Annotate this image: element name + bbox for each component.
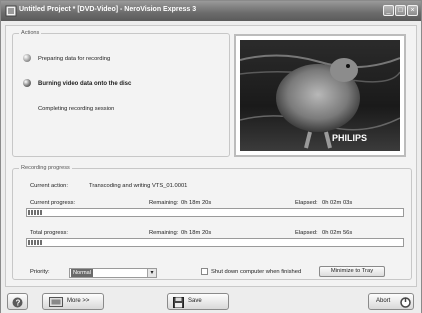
shutdown-checkbox[interactable] (201, 268, 208, 275)
nerovision-window: Untitled Project * [DVD-Video] - NeroVis… (0, 0, 422, 313)
total-progress-label: Total progress: (30, 230, 69, 236)
action-burning: Burning video data onto the disc (38, 81, 132, 87)
title-bar[interactable]: Untitled Project * [DVD-Video] - NeroVis… (1, 1, 421, 21)
abort-button[interactable]: Abort (368, 293, 414, 310)
priority-value: Normal (71, 269, 94, 277)
actions-legend: Actions (19, 30, 42, 36)
current-progress-label: Current progress: (30, 200, 76, 206)
app-icon (5, 5, 17, 17)
current-elapsed-value: 0h 02m 03s (322, 200, 353, 206)
current-progress-bar (26, 208, 404, 217)
total-elapsed-label: Elapsed: (295, 230, 318, 236)
step-active-icon (23, 79, 31, 87)
recording-progress-group: Recording progress (12, 165, 412, 280)
total-progress-bar (26, 238, 404, 247)
current-remaining-label: Remaining: (149, 200, 179, 206)
shutdown-label: Shut down computer when finished (211, 269, 302, 275)
help-button[interactable]: ? (7, 293, 28, 310)
step-done-icon (23, 54, 31, 62)
save-button-label: Save (188, 298, 202, 304)
video-preview: PHILIPS (234, 34, 406, 157)
close-window-button[interactable]: × (407, 5, 418, 16)
current-progress-fill (28, 210, 44, 215)
chevron-down-icon[interactable]: ▾ (147, 269, 156, 277)
priority-select[interactable]: Normal ▾ (69, 268, 157, 278)
floppy-disk-icon (173, 297, 184, 308)
total-elapsed-value: 0h 02m 56s (322, 230, 353, 236)
total-remaining-value: 0h 18m 20s (181, 230, 212, 236)
abort-button-label: Abort (376, 298, 391, 304)
save-button[interactable]: Save (167, 293, 229, 310)
svg-text:?: ? (16, 299, 21, 308)
progress-legend: Recording progress (19, 165, 72, 171)
abort-icon (400, 297, 411, 308)
philips-logo-text: PHILIPS (332, 133, 367, 143)
more-button[interactable]: More >> (42, 293, 104, 310)
minimize-window-button[interactable]: _ (383, 5, 394, 16)
total-progress-fill (28, 240, 44, 245)
more-button-label: More >> (67, 298, 90, 304)
current-action-label: Current action: (30, 183, 69, 189)
window-title: Untitled Project * [DVD-Video] - NeroVis… (19, 6, 197, 13)
content-panel: Actions Preparing data for recording Bur… (5, 25, 417, 287)
maximize-window-button[interactable]: □ (395, 5, 406, 16)
minimize-to-tray-button[interactable]: Minimize to Tray (319, 266, 385, 277)
action-completing: Completing recording session (38, 106, 115, 112)
more-icon (49, 297, 63, 307)
current-action-value: Transcoding and writing VTS_01.0001 (89, 183, 188, 189)
current-remaining-value: 0h 18m 20s (181, 200, 212, 206)
help-icon: ? (12, 297, 23, 308)
total-remaining-label: Remaining: (149, 230, 179, 236)
action-preparing: Preparing data for recording (38, 56, 111, 62)
preview-image: PHILIPS (240, 40, 400, 151)
actions-group: Actions Preparing data for recording Bur… (12, 30, 230, 157)
current-elapsed-label: Elapsed: (295, 200, 318, 206)
priority-label: Priority: (30, 269, 50, 275)
